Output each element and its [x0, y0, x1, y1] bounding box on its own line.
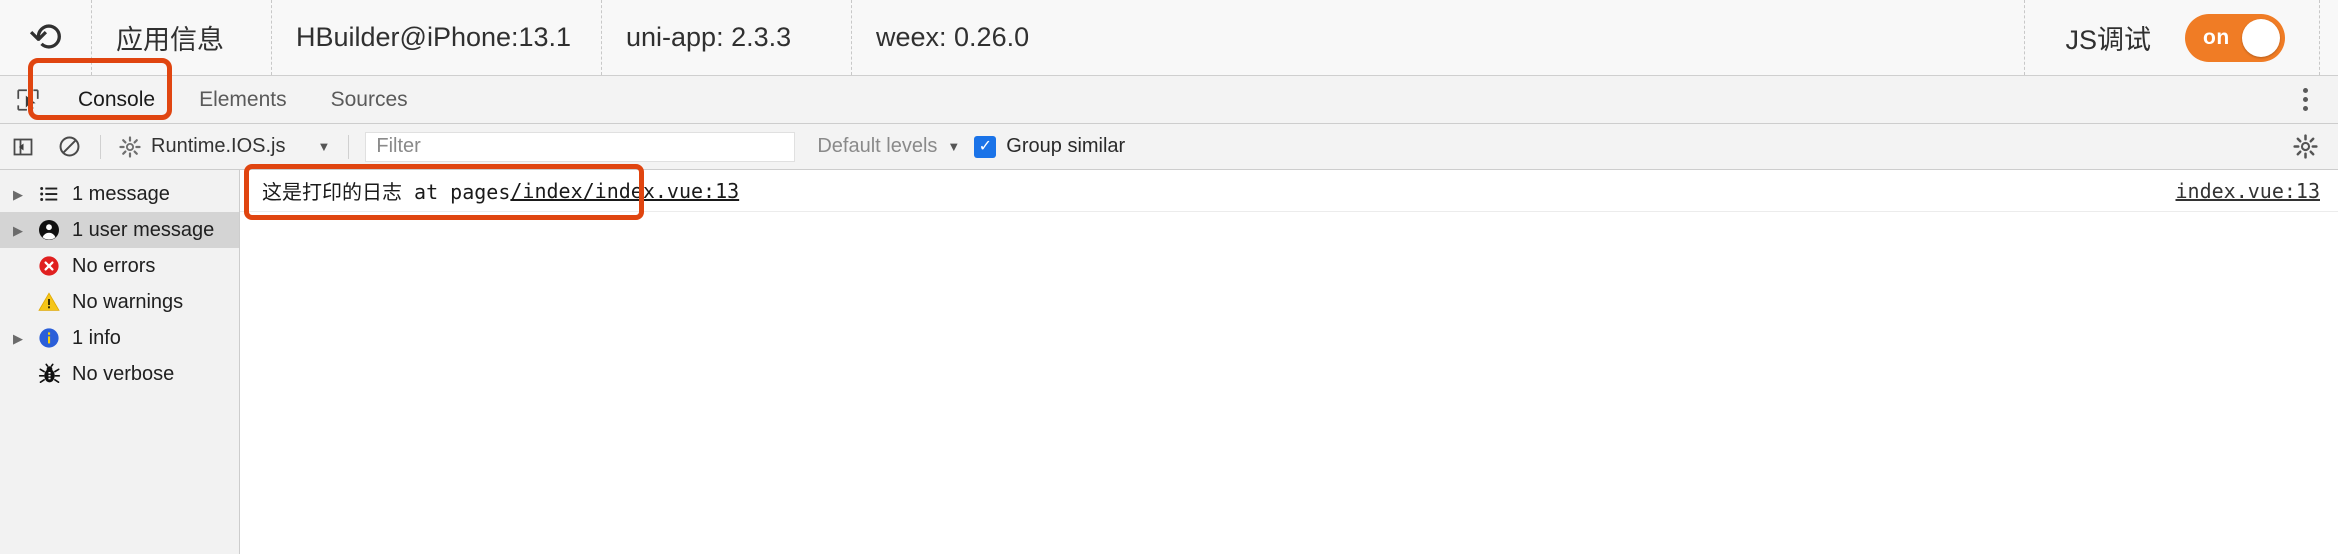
hbuilder-device-cell: HBuilder@iPhone:13.1	[272, 0, 602, 75]
console-log-row[interactable]: 这是打印的日志 at pages/index/index.vue:13 inde…	[240, 170, 2338, 212]
sidebar-item-errors[interactable]: No errors	[0, 248, 239, 284]
gear-icon-settings	[2292, 134, 2318, 159]
sidebar-item-errors-label: No errors	[72, 254, 156, 277]
tabbar-right-actions	[2289, 76, 2338, 123]
uniapp-version-cell: uni-app: 2.3.3	[602, 0, 852, 75]
app-info-label-cell: 应用信息	[92, 0, 272, 75]
tab-elements-label: Elements	[199, 87, 287, 111]
console-body: ▶ 1 message ▶ 1 user message No errors N…	[0, 164, 2338, 554]
uniapp-version-label: uni-app: 2.3.3	[626, 22, 792, 52]
user-icon	[34, 218, 64, 242]
sidebar-item-messages-label: 1 message	[72, 182, 170, 205]
tab-sources[interactable]: Sources	[309, 76, 430, 123]
console-log-source-link[interactable]: index.vue:13	[2176, 179, 2321, 203]
chevron-down-icon-levels: ▼	[947, 139, 961, 154]
hbuilder-device-label: HBuilder@iPhone:13.1	[296, 22, 572, 52]
reload-button[interactable]: ⟳	[0, 0, 92, 75]
error-icon	[34, 254, 64, 278]
console-log-message: 这是打印的日志 at pages	[262, 180, 511, 204]
clear-console-button[interactable]	[46, 124, 92, 169]
inspect-element-button[interactable]	[0, 76, 56, 123]
filterbar-right-actions	[2282, 134, 2338, 159]
sidebar-item-info-label: 1 info	[72, 326, 121, 349]
toolbar-divider-2	[348, 134, 350, 159]
js-debug-toggle[interactable]: on	[2185, 13, 2285, 62]
toolbar-divider	[100, 134, 101, 159]
console-settings-button[interactable]	[2282, 134, 2328, 159]
devtools-tab-bar: Console Elements Sources	[0, 58, 2338, 124]
toggle-knob	[2242, 18, 2280, 57]
tab-sources-label: Sources	[330, 87, 408, 111]
execution-context-selector[interactable]: Runtime.IOS.js ▼	[109, 135, 340, 158]
console-sidebar-toggle-button[interactable]	[0, 124, 46, 169]
log-levels-label: Default levels	[817, 135, 938, 157]
list-icon	[34, 183, 64, 205]
show-console-sidebar-icon	[13, 138, 33, 155]
app-info-label: 应用信息	[116, 25, 224, 55]
console-filter-toolbar: Runtime.IOS.js ▼ Filter Default levels ▼…	[0, 124, 2338, 170]
tab-console-label: Console	[78, 87, 156, 111]
sidebar-item-user-messages[interactable]: ▶ 1 user message	[0, 212, 239, 248]
group-similar-checkbox[interactable]: ✓ Group similar	[974, 135, 1125, 158]
sidebar-item-user-messages-label: 1 user message	[72, 218, 215, 241]
expand-arrow-icon-user[interactable]: ▶	[10, 224, 26, 237]
weex-version-label: weex: 0.26.0	[876, 22, 1030, 52]
js-debug-label: JS调试	[2024, 0, 2185, 75]
devtools-window: ⟳ 应用信息 HBuilder@iPhone:13.1 uni-app: 2.3…	[0, 0, 2338, 554]
console-message-list: 这是打印的日志 at pages/index/index.vue:13 inde…	[240, 164, 2338, 554]
more-vertical-icon	[2303, 88, 2308, 93]
warning-icon	[34, 290, 64, 314]
js-debug-toggle-state: on	[2203, 25, 2230, 49]
js-debug-controls: JS调试 on	[2024, 0, 2338, 75]
bug-icon	[34, 363, 64, 386]
sidebar-item-warnings-label: No warnings	[72, 290, 184, 313]
gear-icon	[119, 135, 141, 158]
sidebar-item-verbose[interactable]: No verbose	[0, 356, 239, 392]
chevron-down-icon: ▼	[317, 139, 331, 154]
sidebar-item-info[interactable]: ▶ 1 info	[0, 320, 239, 356]
console-log-message-link[interactable]: /index/index.vue:13	[510, 179, 739, 203]
clear-console-icon	[59, 136, 79, 157]
more-vertical-icon-dot3	[2303, 106, 2308, 111]
sidebar-item-warnings[interactable]: No warnings	[0, 284, 239, 320]
log-levels-selector[interactable]: Default levels ▼	[803, 135, 974, 158]
tab-console[interactable]: Console	[56, 76, 177, 123]
execution-context-value: Runtime.IOS.js	[151, 135, 286, 157]
expand-arrow-icon-info[interactable]: ▶	[10, 332, 26, 345]
group-similar-label: Group similar	[1006, 135, 1126, 157]
filter-input[interactable]: Filter	[365, 131, 796, 162]
js-debug-toggle-wrap: on	[2185, 0, 2320, 75]
checkbox-checked-icon: ✓	[974, 135, 997, 158]
reload-icon: ⟳	[28, 14, 63, 61]
weex-version-cell: weex: 0.26.0	[852, 0, 1102, 75]
info-icon	[34, 326, 64, 350]
expand-arrow-icon[interactable]: ▶	[10, 188, 26, 201]
sidebar-item-messages[interactable]: ▶ 1 message	[0, 176, 239, 212]
app-info-bar: ⟳ 应用信息 HBuilder@iPhone:13.1 uni-app: 2.3…	[0, 0, 2338, 76]
console-sidebar: ▶ 1 message ▶ 1 user message No errors N…	[0, 170, 240, 554]
inspect-element-icon	[17, 88, 39, 111]
sidebar-item-verbose-label: No verbose	[72, 362, 175, 385]
more-vertical-icon-dot2	[2303, 97, 2308, 102]
more-options-button[interactable]	[2289, 88, 2322, 111]
tab-elements[interactable]: Elements	[177, 76, 309, 123]
